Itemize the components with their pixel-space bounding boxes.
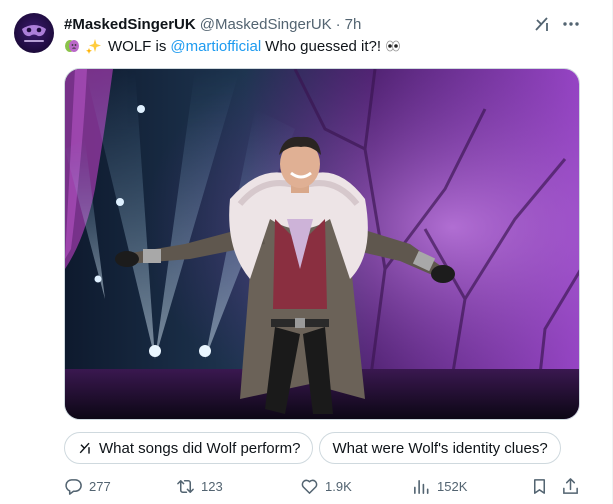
- reply-count: 277: [89, 478, 111, 494]
- reply-button[interactable]: 277: [64, 476, 111, 496]
- tweet-actions: 277 123 1.9K 152K: [64, 476, 584, 496]
- display-name[interactable]: #MaskedSingerUK: [64, 16, 196, 33]
- repost-count: 123: [201, 478, 223, 494]
- like-button[interactable]: 1.9K: [300, 476, 352, 496]
- masked-singer-logo-icon: [22, 25, 46, 42]
- stage-performer-photo: [65, 69, 579, 419]
- tweet-text-before: WOLF is: [108, 37, 167, 55]
- repost-button[interactable]: 123: [176, 476, 223, 496]
- like-icon: [301, 479, 318, 494]
- more-icon[interactable]: [561, 14, 581, 34]
- views-count: 152K: [437, 478, 468, 494]
- like-count: 1.9K: [325, 478, 352, 494]
- sparkles-emoji: [86, 39, 101, 54]
- bookmark-icon: [533, 478, 546, 494]
- grok-prompt-chip[interactable]: What songs did Wolf perform?: [64, 432, 314, 464]
- grok-prompt-chip[interactable]: What were Wolf's identity clues?: [319, 432, 561, 464]
- tweet-header: #MaskedSingerUK @MaskedSingerUK · 7h: [64, 14, 361, 34]
- separator-dot: ·: [335, 15, 341, 33]
- user-handle[interactable]: @MaskedSingerUK: [200, 16, 332, 33]
- tweet-text-after: Who guessed it?!: [265, 37, 382, 55]
- views-button[interactable]: 152K: [412, 476, 467, 496]
- tweet-photo[interactable]: [64, 68, 580, 420]
- grok-icon: [79, 442, 90, 454]
- grok-prompt-label: What were Wolf's identity clues?: [332, 439, 548, 457]
- eyes-emoji: [386, 40, 400, 52]
- share-icon: [563, 477, 578, 494]
- bookmark-button[interactable]: [530, 476, 549, 496]
- grok-prompt-chips: What songs did Wolf perform? What were W…: [64, 432, 561, 464]
- avatar[interactable]: [14, 13, 54, 53]
- share-button[interactable]: [561, 476, 580, 496]
- grok-icon[interactable]: [532, 14, 552, 34]
- tweet-card[interactable]: #MaskedSingerUK @MaskedSingerUK · 7h WOL…: [0, 0, 613, 504]
- grok-prompt-label: What songs did Wolf perform?: [99, 439, 301, 457]
- reply-icon: [65, 478, 82, 495]
- tweet-text: WOLF is @martiofficial Who guessed it?!: [64, 36, 407, 56]
- mention-link[interactable]: @martiofficial: [170, 38, 261, 55]
- views-icon: [414, 479, 429, 494]
- performing-arts-emoji: [65, 40, 79, 52]
- timestamp[interactable]: 7h: [345, 16, 362, 33]
- repost-icon: [177, 479, 194, 493]
